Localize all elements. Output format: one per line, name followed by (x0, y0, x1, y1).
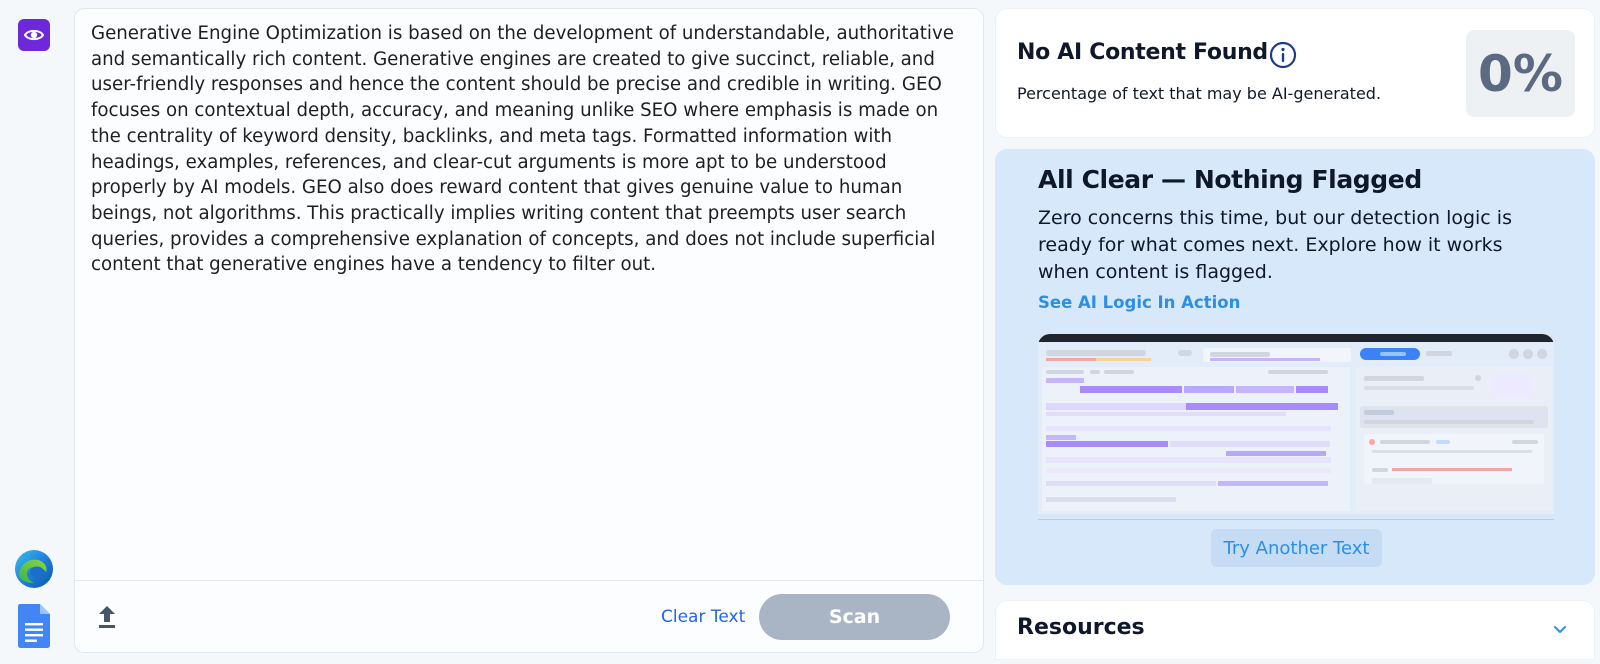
result-title: No AI Content Found (1017, 40, 1268, 65)
try-another-text-button[interactable]: Try Another Text (1211, 529, 1382, 567)
see-ai-logic-link[interactable]: See AI Logic In Action (1038, 293, 1240, 312)
upload-arrow-icon[interactable] (95, 603, 119, 631)
clear-text-button[interactable]: Clear Text (647, 599, 759, 635)
editor-footer: Clear Text Scan (75, 580, 983, 652)
result-card: No AI Content Found Percentage of text t… (995, 8, 1595, 138)
scan-button[interactable]: Scan (759, 594, 950, 640)
resources-accordion[interactable]: Resources (995, 600, 1595, 660)
edge-browser-icon[interactable] (13, 548, 55, 590)
preview-illustration (1038, 334, 1554, 514)
info-circle-icon[interactable] (1269, 41, 1297, 69)
all-clear-heading: All Clear — Nothing Flagged (1038, 165, 1422, 194)
divider (1038, 519, 1554, 520)
text-editor[interactable]: Generative Engine Optimization is based … (74, 8, 984, 653)
result-subtitle: Percentage of text that may be AI-genera… (1017, 84, 1382, 103)
ai-percentage: 0% (1466, 30, 1575, 117)
left-rail (0, 0, 70, 664)
chevron-down-icon[interactable] (1552, 621, 1568, 637)
app-root: Generative Engine Optimization is based … (0, 0, 1600, 664)
all-clear-body: Zero concerns this time, but our detecti… (1038, 207, 1512, 283)
google-docs-icon[interactable] (18, 604, 50, 648)
resources-label: Resources (1017, 615, 1145, 640)
editor-text[interactable]: Generative Engine Optimization is based … (91, 21, 961, 278)
all-clear-card: All Clear — Nothing Flagged Zero concern… (995, 149, 1595, 585)
eye-logo-icon[interactable] (18, 19, 50, 51)
